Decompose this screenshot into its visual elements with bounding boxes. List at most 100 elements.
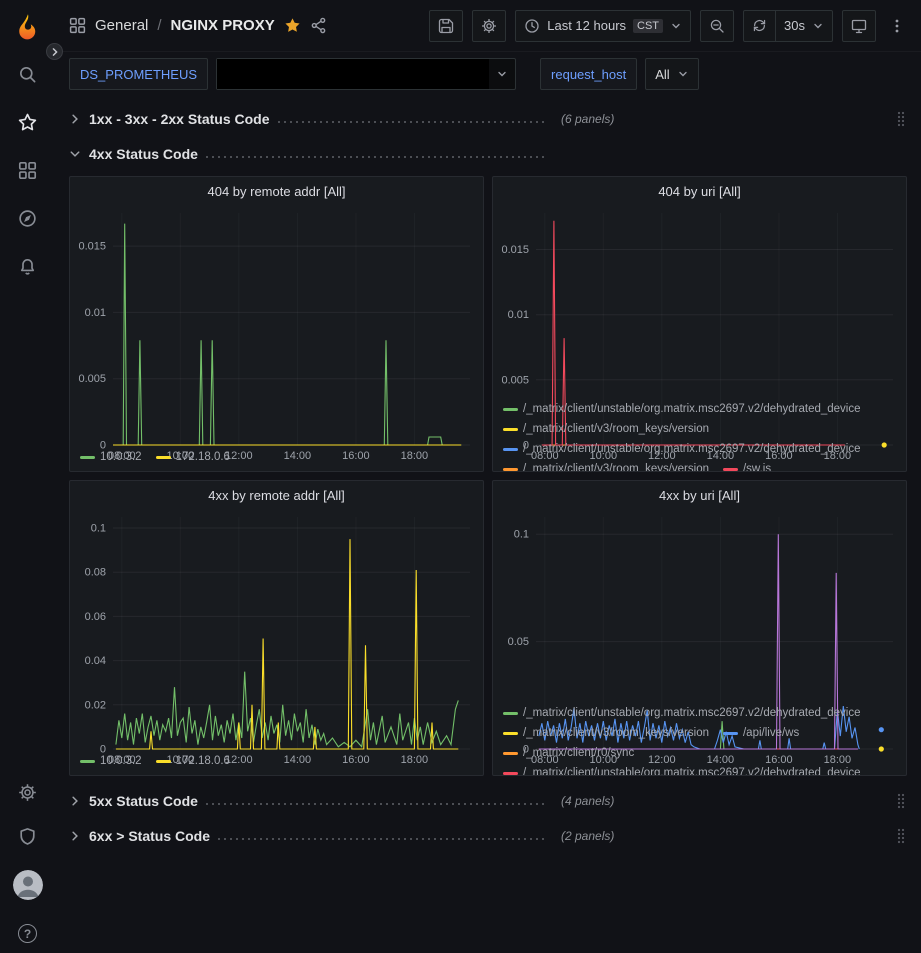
time-range-picker[interactable]: Last 12 hours CST xyxy=(515,10,691,42)
grafana-logo[interactable] xyxy=(13,12,43,42)
legend-item[interactable]: /_matrix/client/unstable/org.matrix.msc2… xyxy=(503,441,861,457)
legend-item[interactable]: /_matrix/client/v3/room_keys/version xyxy=(503,461,709,471)
legend-series-label: /api/live/ws xyxy=(743,725,799,741)
chevron-down-icon xyxy=(69,148,81,160)
svg-text:0.02: 0.02 xyxy=(85,699,106,711)
svg-text:0.005: 0.005 xyxy=(78,373,106,385)
legend-series-color xyxy=(503,448,518,451)
variable-label-request-host[interactable]: request_host xyxy=(540,58,637,90)
drag-dots-icon xyxy=(897,793,905,809)
panel-title[interactable]: 4xx by uri [All] xyxy=(493,481,906,509)
svg-text:0.005: 0.005 xyxy=(501,374,529,386)
time-series-chart[interactable]: 00.050.108:0010:0012:0014:0016:0018:00 xyxy=(498,509,901,703)
legend-item[interactable]: 172.18.0.6 xyxy=(156,449,230,465)
chevron-right-icon xyxy=(69,830,81,842)
zoom-out-button[interactable] xyxy=(700,10,734,42)
legend-item[interactable]: /_matrix/client/unstable/org.matrix.msc2… xyxy=(503,765,861,775)
row-drag-handle[interactable] xyxy=(897,111,907,127)
breadcrumb-separator: / xyxy=(157,17,161,34)
sidebar-bottom: ? xyxy=(13,782,43,943)
tv-mode-button[interactable] xyxy=(842,10,876,42)
refresh-button[interactable] xyxy=(743,10,776,42)
row-toggle[interactable]: 1xx - 3xx - 2xx Status Code xyxy=(69,111,547,127)
time-series-chart[interactable]: 00.0050.010.01508:0010:0012:0014:0016:00… xyxy=(498,205,901,399)
main-area: General / NGINX PROXY xyxy=(55,0,921,953)
save-dashboard-button[interactable] xyxy=(429,10,463,42)
legend-item[interactable]: 10.0.3.2 xyxy=(80,753,142,769)
legend-series-color xyxy=(723,732,738,735)
svg-text:0.08: 0.08 xyxy=(85,567,106,579)
legend-series-label: /_matrix/client/unstable/org.matrix.msc2… xyxy=(523,705,861,721)
row-toggle[interactable]: 6xx > Status Code xyxy=(69,828,547,844)
alerting-bell-icon[interactable] xyxy=(18,256,38,276)
explore-compass-icon[interactable] xyxy=(18,208,38,228)
panel-grid: 404 by remote addr [All] 00.0050.010.015… xyxy=(69,176,907,776)
legend-item[interactable]: /_matrix/client/unstable/org.matrix.msc2… xyxy=(503,705,861,721)
panel-404-by-remote-addr: 404 by remote addr [All] 00.0050.010.015… xyxy=(69,176,484,472)
row-toggle[interactable]: 4xx Status Code xyxy=(69,146,547,162)
refresh-interval-dropdown[interactable]: 30s xyxy=(775,10,833,42)
time-series-chart[interactable]: 00.0050.010.01508:0010:0012:0014:0016:00… xyxy=(75,205,478,447)
row-title: 6xx > Status Code xyxy=(89,828,210,844)
refresh-icon xyxy=(752,18,767,33)
request-host-select[interactable]: All xyxy=(645,58,698,90)
legend-item[interactable]: 172.18.0.6 xyxy=(156,753,230,769)
legend-series-label: /_matrix/client/r0/sync xyxy=(523,745,634,761)
variable-label-ds-prometheus[interactable]: DS_PROMETHEUS xyxy=(69,58,208,90)
chevron-down-icon xyxy=(489,68,515,80)
legend-item[interactable]: /_matrix/client/unstable/org.matrix.msc2… xyxy=(503,401,861,417)
breadcrumb-section[interactable]: General xyxy=(95,17,148,34)
legend-item[interactable]: /sw.js xyxy=(723,461,771,471)
legend-series-color xyxy=(503,752,518,755)
panel-count: (4 panels) xyxy=(561,794,614,808)
panel-title-text: 404 by remote addr [All] xyxy=(207,184,345,199)
chevron-right-icon xyxy=(69,795,81,807)
sidebar: ? xyxy=(0,0,55,953)
legend-item[interactable]: /_matrix/client/r0/sync xyxy=(503,745,634,761)
admin-shield-icon[interactable] xyxy=(18,826,38,846)
row-title: 4xx Status Code xyxy=(89,146,198,162)
legend-item[interactable]: /api/live/ws xyxy=(723,725,799,741)
row-toggle[interactable]: 5xx Status Code xyxy=(69,793,547,809)
row-drag-handle[interactable] xyxy=(897,828,907,844)
user-avatar[interactable] xyxy=(13,870,43,900)
panel-count: (6 panels) xyxy=(561,112,614,126)
more-options-button[interactable] xyxy=(885,10,909,42)
legend-item[interactable]: 10.0.3.2 xyxy=(80,449,142,465)
sidebar-nav xyxy=(18,64,38,276)
dashboard-row-5xx: 5xx Status Code (4 panels) xyxy=(69,788,907,814)
apps-grid-icon[interactable] xyxy=(69,17,86,34)
help-icon[interactable]: ? xyxy=(18,924,37,943)
svg-text:0.06: 0.06 xyxy=(85,611,106,623)
row-drag-handle[interactable] xyxy=(897,793,907,809)
chart-legend: 10.0.3.2 172.18.0.6 xyxy=(70,447,483,471)
share-icon[interactable] xyxy=(310,17,327,34)
legend-series-label: /_matrix/client/v3/room_keys/version xyxy=(523,725,709,741)
dashboard-settings-button[interactable] xyxy=(472,10,506,42)
dashboard-row-6xx: 6xx > Status Code (2 panels) xyxy=(69,823,907,849)
favorite-star-icon[interactable] xyxy=(284,17,301,34)
kebab-menu-icon xyxy=(889,18,905,34)
legend-item[interactable]: /_matrix/client/v3/room_keys/version xyxy=(503,421,709,437)
drag-dots-icon xyxy=(897,828,905,844)
starred-icon[interactable] xyxy=(18,112,38,132)
sidebar-expand-button[interactable] xyxy=(46,43,63,60)
chevron-right-icon xyxy=(69,113,81,125)
legend-item[interactable]: /_matrix/client/v3/room_keys/version xyxy=(503,725,709,741)
dashboards-icon[interactable] xyxy=(18,160,38,180)
row-dots xyxy=(278,121,547,123)
panel-title[interactable]: 404 by uri [All] xyxy=(493,177,906,205)
search-icon[interactable] xyxy=(18,64,38,84)
svg-text:0.015: 0.015 xyxy=(78,241,106,253)
panel-404-by-uri: 404 by uri [All] 00.0050.010.01508:0010:… xyxy=(492,176,907,472)
panel-title[interactable]: 4xx by remote addr [All] xyxy=(70,481,483,509)
panel-title[interactable]: 404 by remote addr [All] xyxy=(70,177,483,205)
time-series-chart[interactable]: 00.020.040.060.080.108:0010:0012:0014:00… xyxy=(75,509,478,751)
svg-text:0.01: 0.01 xyxy=(508,309,529,321)
datasource-select[interactable] xyxy=(216,58,516,90)
drag-dots-icon xyxy=(897,111,905,127)
dashboard-title[interactable]: NGINX PROXY xyxy=(171,17,275,34)
legend-series-color xyxy=(80,760,95,763)
legend-series-label: /sw.js xyxy=(743,461,771,471)
configuration-gear-icon[interactable] xyxy=(18,782,38,802)
